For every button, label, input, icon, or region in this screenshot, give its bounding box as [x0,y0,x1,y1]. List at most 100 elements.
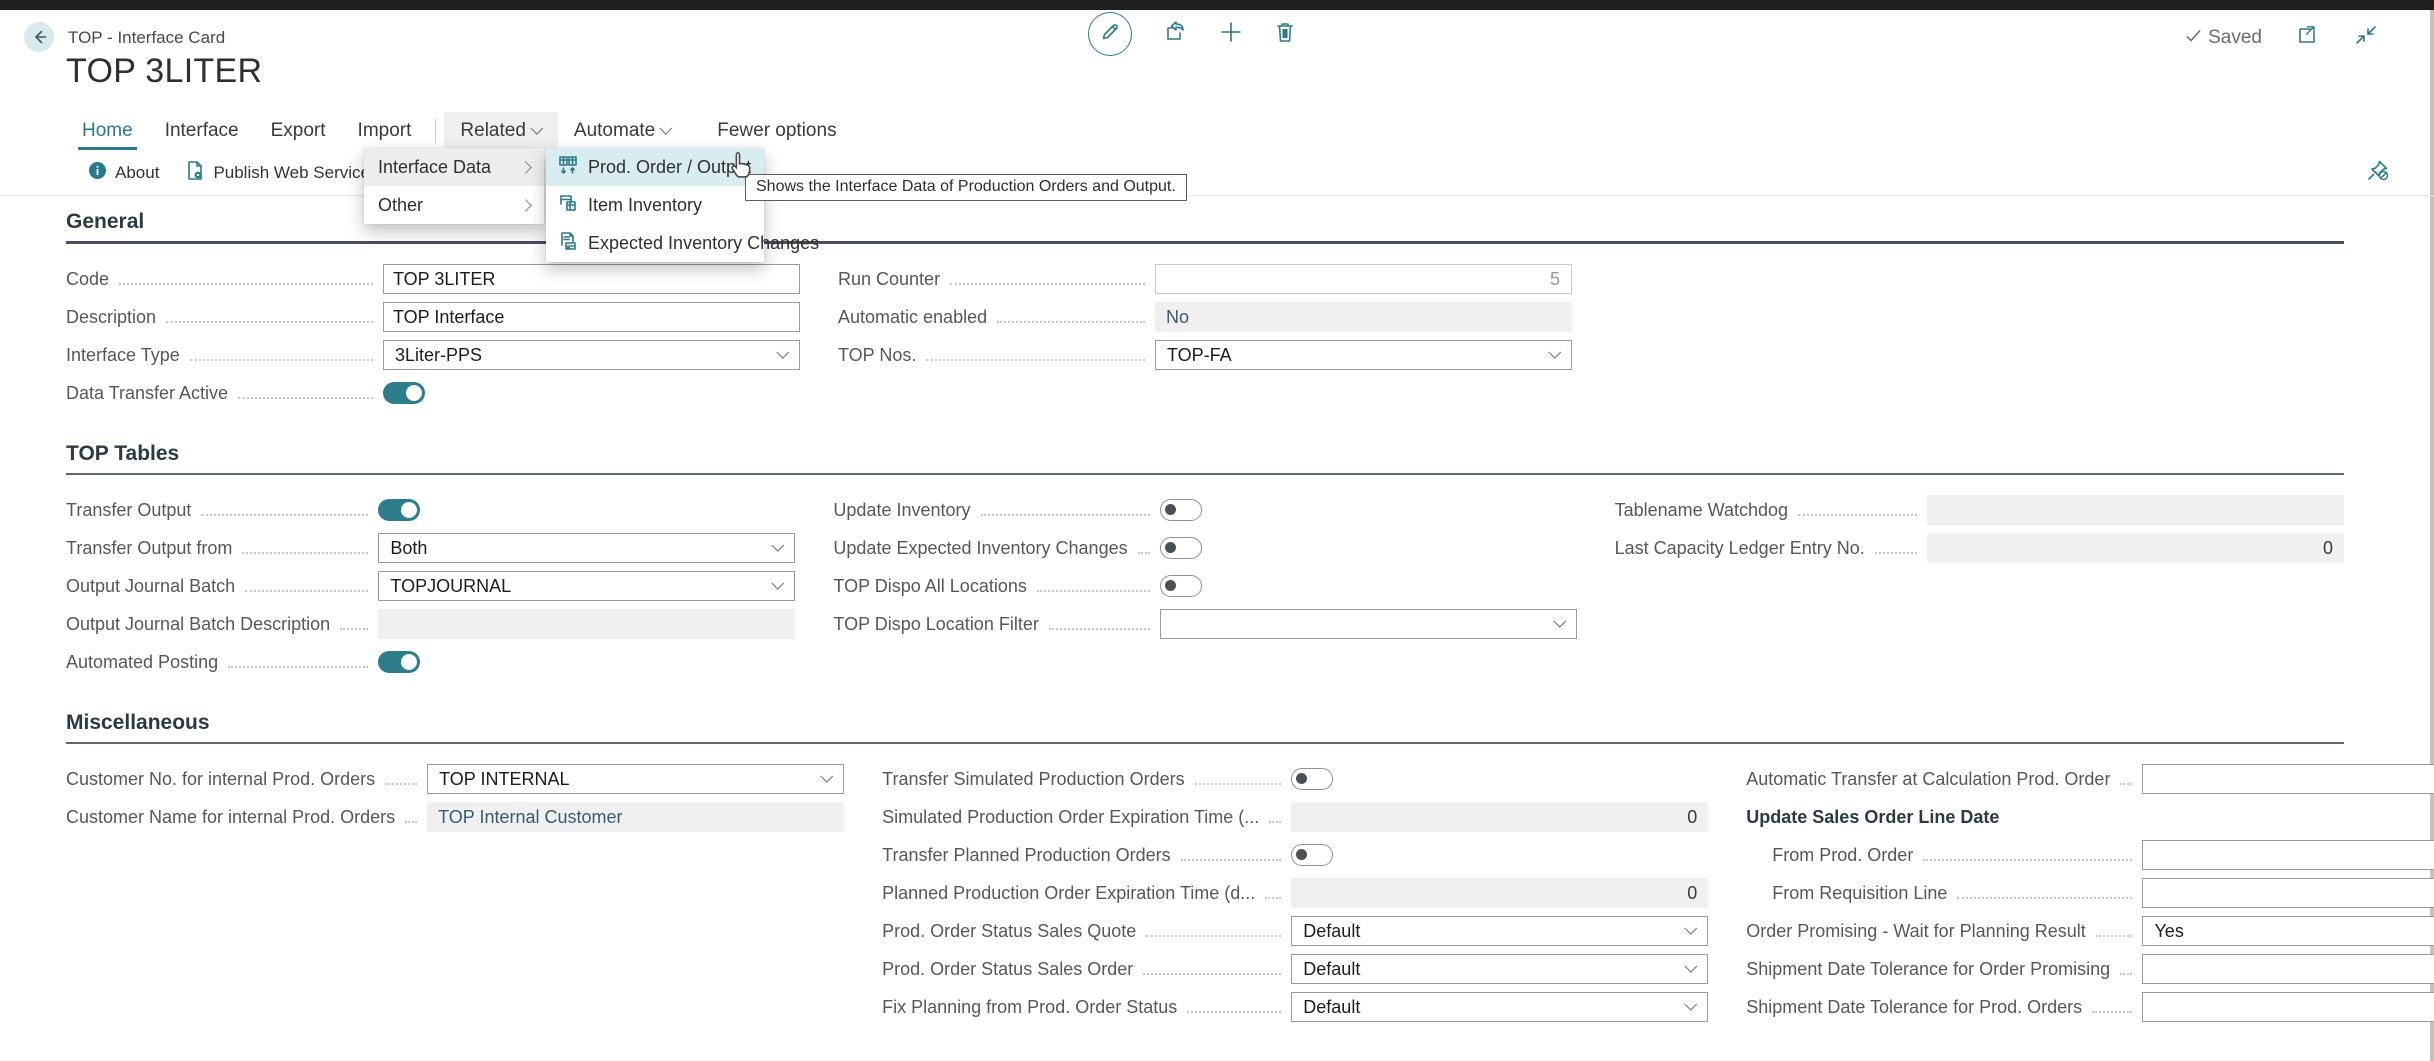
dotted-leader [190,359,373,361]
tablename-watchdog-value [1927,495,2344,525]
prod-order-status-sales-quote-select[interactable]: Default [1291,916,1708,946]
publish-web-services-icon [185,160,205,186]
data-transfer-active-toggle[interactable] [383,382,425,404]
dotted-leader [2120,973,2132,975]
tab-export[interactable]: Export [255,112,342,150]
field-fix-planning-from-prod-order-status: Fix Planning from Prod. Order Status Def… [882,992,1708,1022]
chevron-right-icon [519,161,532,174]
dotted-leader [2092,1011,2132,1013]
from-requisition-line-select[interactable] [2142,878,2434,908]
publish-web-services-button[interactable]: Publish Web Services [185,160,378,186]
menu-item-item-inventory[interactable]: Item Inventory [546,186,764,224]
shipment-date-tolerance-order-promising-input[interactable] [2142,954,2434,984]
order-promising-wait-select[interactable]: Yes [2142,916,2434,946]
from-prod-order-select[interactable] [2142,840,2434,870]
section-title-miscellaneous[interactable]: Miscellaneous [66,711,2344,744]
edit-pencil-icon [1099,21,1121,48]
chevron-down-icon [1548,346,1561,359]
transfer-simulated-prod-orders-toggle[interactable] [1291,768,1333,790]
update-expected-inventory-changes-toggle[interactable] [1160,537,1202,559]
interface-type-select[interactable]: 3Liter-PPS [383,340,800,370]
tooltip: Shows the Interface Data of Production O… [745,174,1187,201]
tab-automate[interactable]: Automate [558,112,687,150]
dotted-leader [997,321,1145,323]
chevron-down-icon [1553,615,1566,628]
automated-posting-toggle[interactable] [378,651,420,673]
collapse-button[interactable] [2354,24,2378,51]
dotted-leader [166,321,373,323]
tab-import[interactable]: Import [342,112,428,150]
chevron-down-icon [772,577,785,590]
edit-button[interactable] [1088,12,1132,56]
fix-planning-from-prod-order-status-select[interactable]: Default [1291,992,1708,1022]
dotted-leader [1875,552,1917,554]
transfer-output-from-select[interactable]: Both [378,533,795,563]
top-dispo-all-locations-toggle[interactable] [1160,575,1202,597]
fewer-options-button[interactable]: Fewer options [701,112,852,150]
chevron-down-icon [821,770,834,783]
field-top-dispo-location-filter: TOP Dispo Location Filter [833,609,1576,639]
output-journal-batch-description-value [378,609,795,639]
tab-related[interactable]: Related [444,112,558,150]
back-button[interactable] [24,22,54,52]
code-input[interactable] [383,264,800,294]
menu-item-interface-data[interactable]: Interface Data [364,148,544,186]
group-update-sales-order-line-date: Update Sales Order Line Date [1746,802,2434,832]
chevron-down-icon [776,346,789,359]
tab-home[interactable]: Home [66,112,149,150]
about-button[interactable]: About [88,161,159,185]
breadcrumb[interactable]: TOP - Interface Card [68,28,225,48]
top-dispo-location-filter-select[interactable] [1160,609,1577,639]
menu-item-expected-inventory-changes[interactable]: Expected Inventory Changes [546,224,764,262]
chevron-down-icon [660,122,673,135]
dotted-leader [1798,514,1917,516]
description-input[interactable] [383,302,800,332]
tab-interface[interactable]: Interface [149,112,255,150]
chevron-down-icon [1685,998,1698,1011]
page-title: TOP 3LITER [66,52,262,91]
field-tablename-watchdog: Tablename Watchdog [1615,495,2344,525]
item-inventory-icon [558,193,578,218]
output-journal-batch-select[interactable]: TOPJOURNAL [378,571,795,601]
prod-order-output-icon [558,155,578,180]
field-output-journal-batch: Output Journal Batch TOPJOURNAL [66,571,795,601]
share-button[interactable] [1162,20,1188,49]
dotted-leader [245,590,368,592]
dotted-leader [981,514,1150,516]
shipment-date-tolerance-prod-orders-input[interactable] [2142,992,2434,1022]
prod-order-status-sales-order-select[interactable]: Default [1291,954,1708,984]
miscellaneous-section: Customer No. for internal Prod. Orders T… [66,764,2344,1030]
chevron-down-icon [772,539,785,552]
field-update-expected-inventory-changes: Update Expected Inventory Changes [833,533,1576,563]
planned-prod-order-expiration-value: 0 [1291,878,1708,908]
open-in-window-button[interactable] [2296,24,2320,51]
update-inventory-toggle[interactable] [1160,499,1202,521]
new-button[interactable] [1218,19,1244,50]
transfer-output-toggle[interactable] [378,499,420,521]
simulated-prod-order-expiration-value: 0 [1291,802,1708,832]
field-automated-posting: Automated Posting [66,647,795,677]
transfer-planned-prod-orders-toggle[interactable] [1291,844,1333,866]
field-transfer-simulated-prod-orders: Transfer Simulated Production Orders [882,764,1708,794]
delete-button[interactable] [1274,20,1296,49]
unpin-button[interactable] [2366,158,2390,187]
save-status: Saved [2185,27,2262,49]
field-from-prod-order: From Prod. Order [1746,840,2434,870]
top-nos-select[interactable]: TOP-FA [1155,340,1572,370]
menu-item-other[interactable]: Other [364,186,544,224]
save-status-area: Saved [2185,24,2378,51]
menu-divider [435,119,436,143]
field-prod-order-status-sales-order: Prod. Order Status Sales Order Default [882,954,1708,984]
field-output-journal-batch-description: Output Journal Batch Description [66,609,795,639]
chevron-right-icon [519,199,532,212]
field-top-dispo-all-locations: TOP Dispo All Locations [833,571,1576,601]
related-dropdown-menu: Interface Data Other [364,148,544,224]
top-tables-section: Transfer Output Transfer Output from Bot… [66,495,2344,685]
automatic-transfer-at-calculation-select[interactable] [2142,764,2434,794]
dotted-leader [2096,935,2133,937]
field-description: Description [66,302,800,332]
section-title-top-tables[interactable]: TOP Tables [66,442,2344,475]
chevron-down-icon [1685,922,1698,935]
field-simulated-prod-order-expiration: Simulated Production Order Expiration Ti… [882,802,1708,832]
customer-no-internal-select[interactable]: TOP INTERNAL [427,764,844,794]
